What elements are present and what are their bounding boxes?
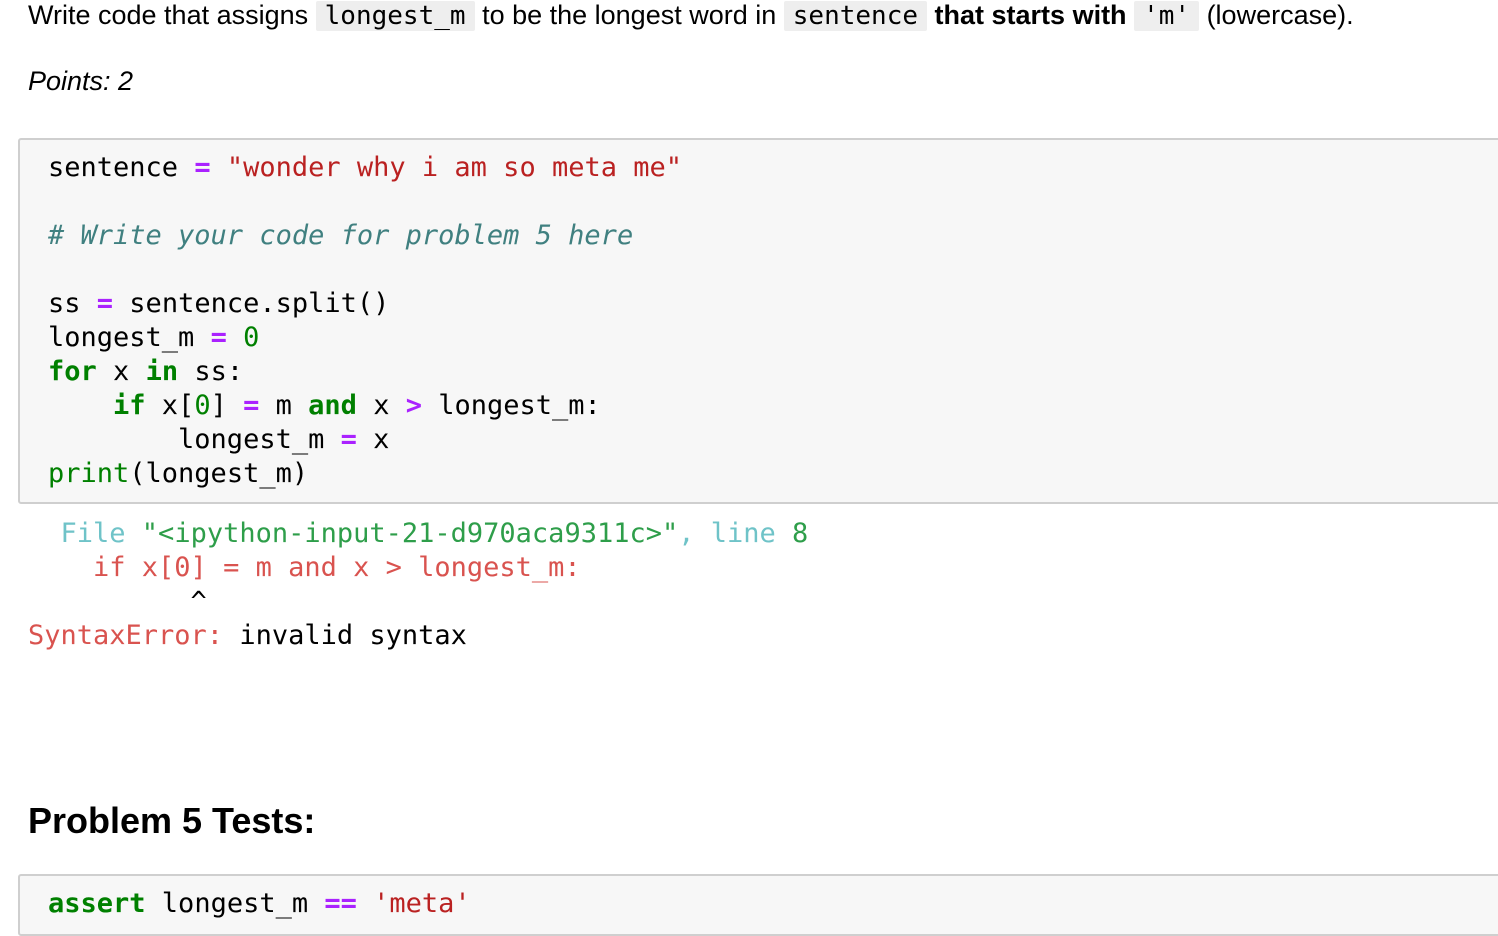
code-line-6: longest_m = 0 xyxy=(48,322,260,353)
instruction-text: to be the longest word in xyxy=(482,0,777,30)
test-code-cell[interactable]: assert longest_m == 'meta' xyxy=(18,874,1498,936)
traceback-caret: ^ xyxy=(28,586,207,617)
code-cell-editor[interactable]: sentence = "wonder why i am so meta me" … xyxy=(18,138,1498,504)
instruction-bold-text: that starts with xyxy=(934,0,1127,30)
inline-code-m: 'm' xyxy=(1134,1,1200,31)
code-line-1: sentence = "wonder why i am so meta me" xyxy=(48,152,682,183)
code-line-8: if x[0] = m and x > longest_m: xyxy=(113,390,601,421)
inline-code-sentence: sentence xyxy=(783,1,928,31)
instruction-text: (lowercase). xyxy=(1206,0,1354,30)
problem-instruction: Write code that assigns longest_m to be … xyxy=(28,0,1354,31)
tests-heading: Problem 5 Tests: xyxy=(28,800,316,841)
inline-code-longest-m: longest_m xyxy=(315,1,475,31)
points-label: Points: 2 xyxy=(28,66,134,96)
code-line-3: # Write your code for problem 5 here xyxy=(48,220,634,251)
code-line-9: longest_m = x xyxy=(48,424,390,455)
test-assert-line: assert longest_m == 'meta' xyxy=(48,888,471,919)
instruction-text: Write code that assigns xyxy=(28,0,309,30)
traceback-file-line: File "<ipython-input-21-d970aca9311c>", … xyxy=(28,518,809,549)
code-line-7: for x in ss: xyxy=(48,356,244,387)
code-line-10: print(longest_m) xyxy=(48,458,309,489)
syntax-error-message: SyntaxError: invalid syntax xyxy=(28,620,467,651)
code-line-5: ss = sentence.split() xyxy=(48,288,390,319)
traceback-source-line: if x[0] = m and x > longest_m: xyxy=(28,552,581,583)
